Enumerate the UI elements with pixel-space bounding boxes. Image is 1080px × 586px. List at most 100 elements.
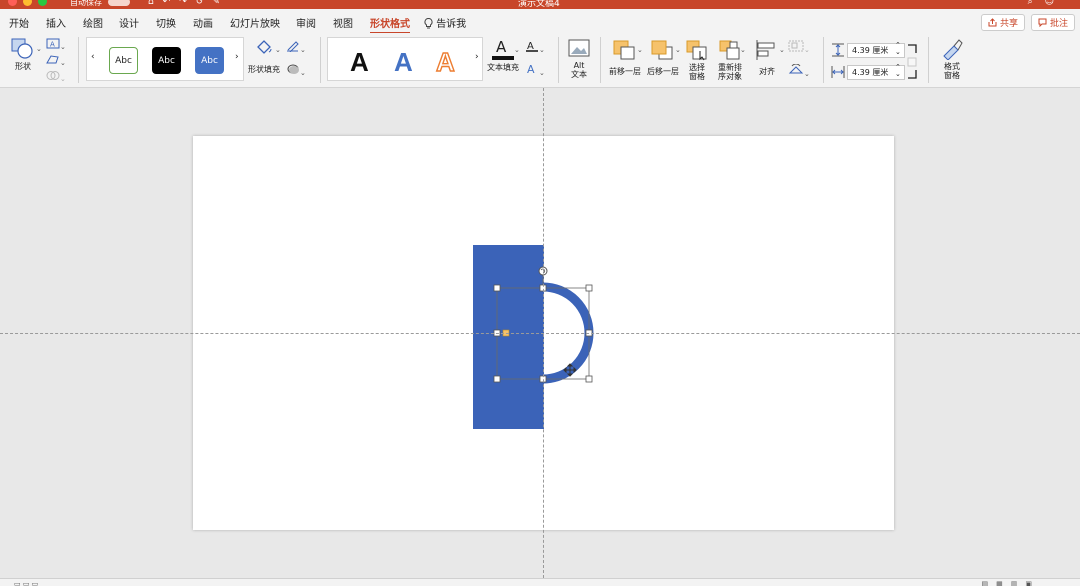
- tab-shape-format[interactable]: 形状格式: [370, 15, 410, 34]
- titlebar-right-icons[interactable]: ⌕☺: [1028, 0, 1066, 7]
- selection-pane-label-2: 窗格: [689, 72, 705, 81]
- shapes-button[interactable]: 形状: [8, 38, 38, 71]
- handle-top-right: [585, 284, 593, 292]
- zoom-button[interactable]: [38, 0, 47, 6]
- separator: [928, 37, 929, 83]
- text-effects-icon: A: [527, 63, 535, 76]
- style-swatch-black[interactable]: Abc: [152, 47, 181, 74]
- tab-home[interactable]: 开始: [9, 15, 29, 30]
- separator: [320, 37, 321, 83]
- status-bar: ▭ ▭ ▭ ▤▦▥▣: [0, 578, 1080, 586]
- tab-view[interactable]: 视图: [333, 15, 353, 30]
- crop-corner-top[interactable]: [907, 44, 917, 56]
- text-outline-button[interactable]: A ⌄: [525, 40, 545, 55]
- text-effects-button[interactable]: A ⌄: [525, 63, 545, 78]
- view-buttons[interactable]: ▤▦▥▣: [982, 580, 1040, 586]
- selection-pane-button[interactable]: 选择 窗格: [684, 39, 710, 81]
- chevron-right-icon[interactable]: ›: [475, 53, 479, 62]
- merge-shapes-button[interactable]: ⌄: [46, 70, 66, 84]
- tab-slideshow[interactable]: 幻灯片放映: [230, 15, 280, 30]
- tab-design[interactable]: 设计: [119, 15, 139, 30]
- merge-shapes-icon: [46, 71, 60, 80]
- bring-forward-button[interactable]: 前移一层: [608, 39, 642, 76]
- separator: [600, 37, 601, 83]
- lock-ratio-checkbox[interactable]: [907, 57, 917, 69]
- minimize-button[interactable]: [23, 0, 32, 6]
- send-backward-icon: [651, 40, 673, 60]
- chevron-down-icon[interactable]: ⌄: [36, 45, 42, 54]
- selection-pane-label-1: 选择: [689, 63, 705, 72]
- width-stepper[interactable]: ⌃ ⌄: [895, 64, 901, 78]
- svg-text:A: A: [50, 41, 55, 49]
- alt-text-button[interactable]: Alt 文本: [566, 39, 592, 79]
- edit-shape-button[interactable]: ⌄: [46, 54, 66, 68]
- crop-corner-icon: [908, 44, 917, 53]
- format-pane-button[interactable]: 格式 窗格: [937, 38, 967, 80]
- tab-review[interactable]: 审阅: [296, 15, 316, 30]
- alt-text-label-line1: Alt: [573, 61, 585, 70]
- height-stepper[interactable]: ⌃ ⌄: [895, 42, 901, 56]
- tab-animations[interactable]: 动画: [193, 15, 213, 30]
- chevron-down-icon[interactable]: ⌄: [779, 46, 785, 55]
- crop-corner-bottom[interactable]: [907, 69, 917, 81]
- reorder-label-1: 重新排: [718, 63, 742, 72]
- shape-effects-button[interactable]: ⌄: [286, 63, 306, 78]
- wordart-gallery[interactable]: A A A ›: [327, 37, 483, 81]
- send-backward-button[interactable]: 后移一层: [646, 39, 680, 76]
- chevron-down-icon[interactable]: ⌄: [514, 46, 520, 55]
- tell-me[interactable]: 告诉我: [424, 15, 466, 30]
- chevron-down-icon[interactable]: ⌄: [275, 46, 281, 55]
- group-button[interactable]: ⌄: [788, 40, 810, 55]
- height-icon: [832, 43, 844, 57]
- chevron-down-icon[interactable]: ⌄: [740, 46, 746, 55]
- wordart-orange-outline[interactable]: A: [435, 46, 455, 78]
- comments-label: 批注: [1050, 19, 1069, 29]
- alt-text-icon: [568, 39, 590, 57]
- status-left: ▭ ▭ ▭: [14, 580, 39, 586]
- style-swatch-outline[interactable]: Abc: [109, 47, 138, 74]
- shape-fill-button[interactable]: 形状填充: [247, 37, 281, 74]
- textbox-button[interactable]: A ⌄: [46, 38, 66, 52]
- quick-access-toolbar[interactable]: ⌂↶↷↺✎: [148, 0, 229, 7]
- chevron-right-icon[interactable]: ›: [235, 53, 239, 62]
- ribbon-tabs: 开始 插入 绘图 设计 切换 动画 幻灯片放映 审阅 视图 形状格式 告诉我 共…: [0, 9, 1080, 34]
- lightbulb-icon: [424, 17, 433, 29]
- ribbon: 形状 ⌄ A ⌄ ⌄ ⌄ ‹ Abc Abc Abc › 形状填充 ⌄ ⌄ ⌄ A…: [0, 33, 1080, 88]
- wordart-blue[interactable]: A: [394, 47, 413, 78]
- tab-draw[interactable]: 绘图: [83, 15, 103, 30]
- shapes-icon: [11, 38, 33, 59]
- autosave-toggle[interactable]: [108, 0, 130, 6]
- blue-rectangle[interactable]: [473, 245, 544, 429]
- chevron-down-icon[interactable]: ⌄: [637, 46, 643, 55]
- comments-button[interactable]: 批注: [1031, 14, 1076, 31]
- slide-canvas[interactable]: [0, 88, 1080, 578]
- align-button[interactable]: 对齐: [750, 39, 784, 76]
- rotate-button[interactable]: ⌄: [788, 63, 810, 79]
- handle-bottom-right: [585, 375, 593, 383]
- chevron-left-icon[interactable]: ‹: [91, 53, 95, 62]
- shape-outline-button[interactable]: ⌄: [286, 40, 306, 55]
- rotate-icon: [788, 63, 804, 74]
- text-outline-icon: A: [526, 41, 538, 52]
- bring-forward-icon: [613, 40, 635, 60]
- align-icon: [756, 40, 775, 60]
- format-pane-label-1: 格式: [944, 62, 960, 71]
- shape-styles-gallery[interactable]: ‹ Abc Abc Abc ›: [86, 37, 244, 81]
- format-pane-label-2: 窗格: [944, 71, 960, 80]
- svg-text:A: A: [527, 63, 535, 75]
- height-icon-wrap: [831, 43, 845, 59]
- style-swatch-blue[interactable]: Abc: [195, 47, 224, 74]
- svg-text:A: A: [496, 38, 507, 56]
- separator: [823, 37, 824, 83]
- comment-icon: [1038, 18, 1047, 27]
- reorder-label-2: 序对象: [718, 72, 742, 81]
- wordart-black[interactable]: A: [350, 47, 369, 78]
- handle-top-left: [493, 284, 501, 292]
- share-button[interactable]: 共享: [981, 14, 1026, 31]
- chevron-down-icon[interactable]: ⌄: [675, 46, 681, 55]
- tab-transitions[interactable]: 切换: [156, 15, 176, 30]
- close-button[interactable]: [8, 0, 17, 6]
- align-label: 对齐: [759, 67, 775, 76]
- tab-insert[interactable]: 插入: [46, 15, 66, 30]
- crop-corner-icon: [908, 70, 917, 79]
